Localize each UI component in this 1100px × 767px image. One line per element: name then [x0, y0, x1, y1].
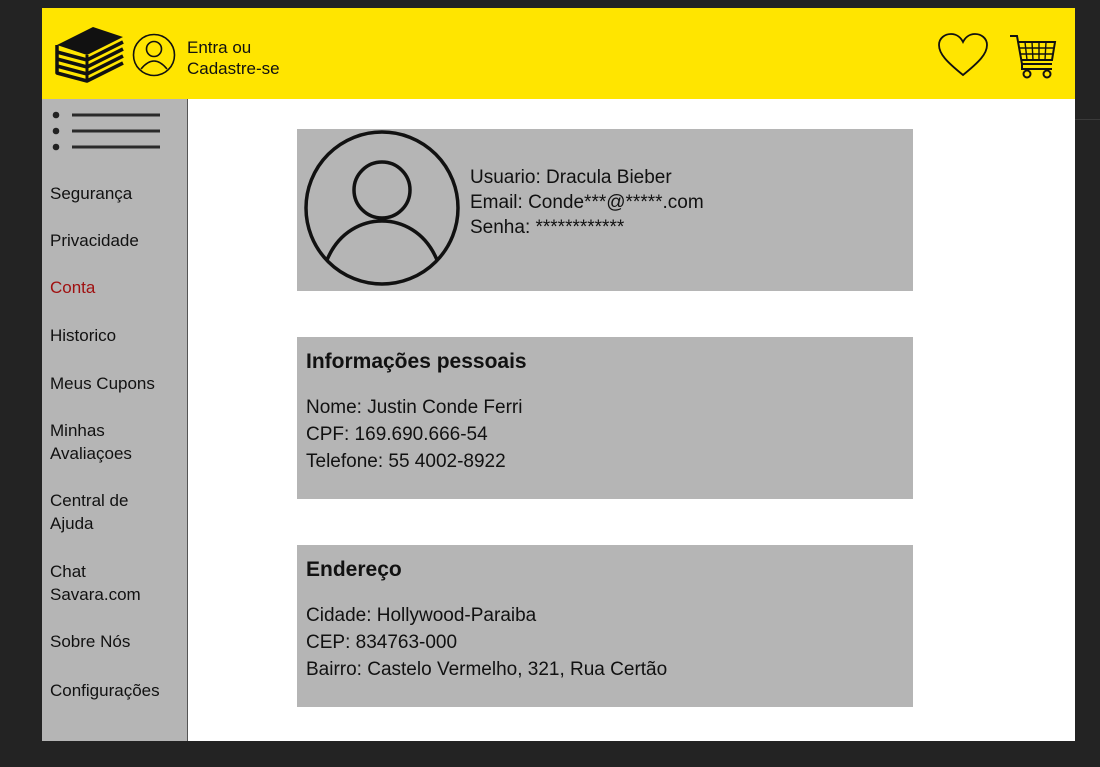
personal-info-details: Nome: Justin Conde Ferri CPF: 169.690.66…	[306, 394, 522, 475]
address-details: Cidade: Hollywood-Paraiba CEP: 834763-00…	[306, 602, 667, 683]
menu-icon[interactable]	[52, 111, 160, 151]
personal-info-title: Informações pessoais	[306, 350, 527, 373]
sidebar: Segurança Privacidade Conta Historico Me…	[42, 99, 188, 741]
user-icon[interactable]	[132, 33, 176, 77]
address-title: Endereço	[306, 558, 402, 581]
cpf-text: CPF: 169.690.666-54	[306, 424, 488, 445]
neighborhood-text: Bairro: Castelo Vermelho, 321, Rua Certã…	[306, 659, 668, 680]
avatar-icon	[304, 130, 460, 286]
name-text: Nome: Justin Conde Ferri	[306, 397, 523, 418]
sidebar-item-sobre-nos[interactable]: Sobre Nós	[50, 630, 130, 653]
cart-icon[interactable]	[1008, 32, 1058, 80]
address-card: Endereço Cidade: Hollywood-Paraiba CEP: …	[297, 545, 913, 707]
sidebar-item-central-de-ajuda[interactable]: Central de Ajuda	[50, 489, 128, 535]
email-text: Email: Conde***@*****.com	[470, 192, 704, 213]
password-text: Senha: ************	[470, 217, 625, 238]
sidebar-item-configuracoes[interactable]: Configurações	[50, 679, 160, 702]
city-text: Cidade: Hollywood-Paraiba	[306, 605, 537, 626]
cep-text: CEP: 834763-000	[306, 632, 458, 653]
sidebar-item-privacidade[interactable]: Privacidade	[50, 229, 139, 252]
books-logo-icon[interactable]	[53, 23, 125, 83]
login-line-1: Entra ou	[187, 38, 252, 57]
sidebar-item-chat[interactable]: Chat Savara.com	[50, 560, 141, 606]
profile-card: Usuario: Dracula Bieber Email: Conde***@…	[297, 129, 913, 291]
sidebar-item-conta[interactable]: Conta	[50, 276, 95, 299]
account-page: Entra ou Cadastre-se Segurança Privacida…	[42, 8, 1075, 741]
phone-text: Telefone: 55 4002-8922	[306, 451, 506, 472]
sidebar-item-meus-cupons[interactable]: Meus Cupons	[50, 372, 155, 395]
profile-details: Usuario: Dracula Bieber Email: Conde***@…	[470, 165, 704, 240]
personal-info-card: Informações pessoais Nome: Justin Conde …	[297, 337, 913, 499]
login-signup-link[interactable]: Entra ou Cadastre-se	[187, 37, 280, 79]
sidebar-item-seguranca[interactable]: Segurança	[50, 182, 132, 205]
username-text: Usuario: Dracula Bieber	[470, 167, 672, 188]
top-bar: Entra ou Cadastre-se	[42, 8, 1075, 99]
sidebar-item-minhas-avaliacoes[interactable]: Minhas Avaliaçoes	[50, 419, 132, 465]
canvas-divider	[1075, 119, 1100, 120]
login-line-2: Cadastre-se	[187, 59, 280, 78]
heart-icon[interactable]	[937, 32, 989, 78]
sidebar-item-historico[interactable]: Historico	[50, 324, 116, 347]
